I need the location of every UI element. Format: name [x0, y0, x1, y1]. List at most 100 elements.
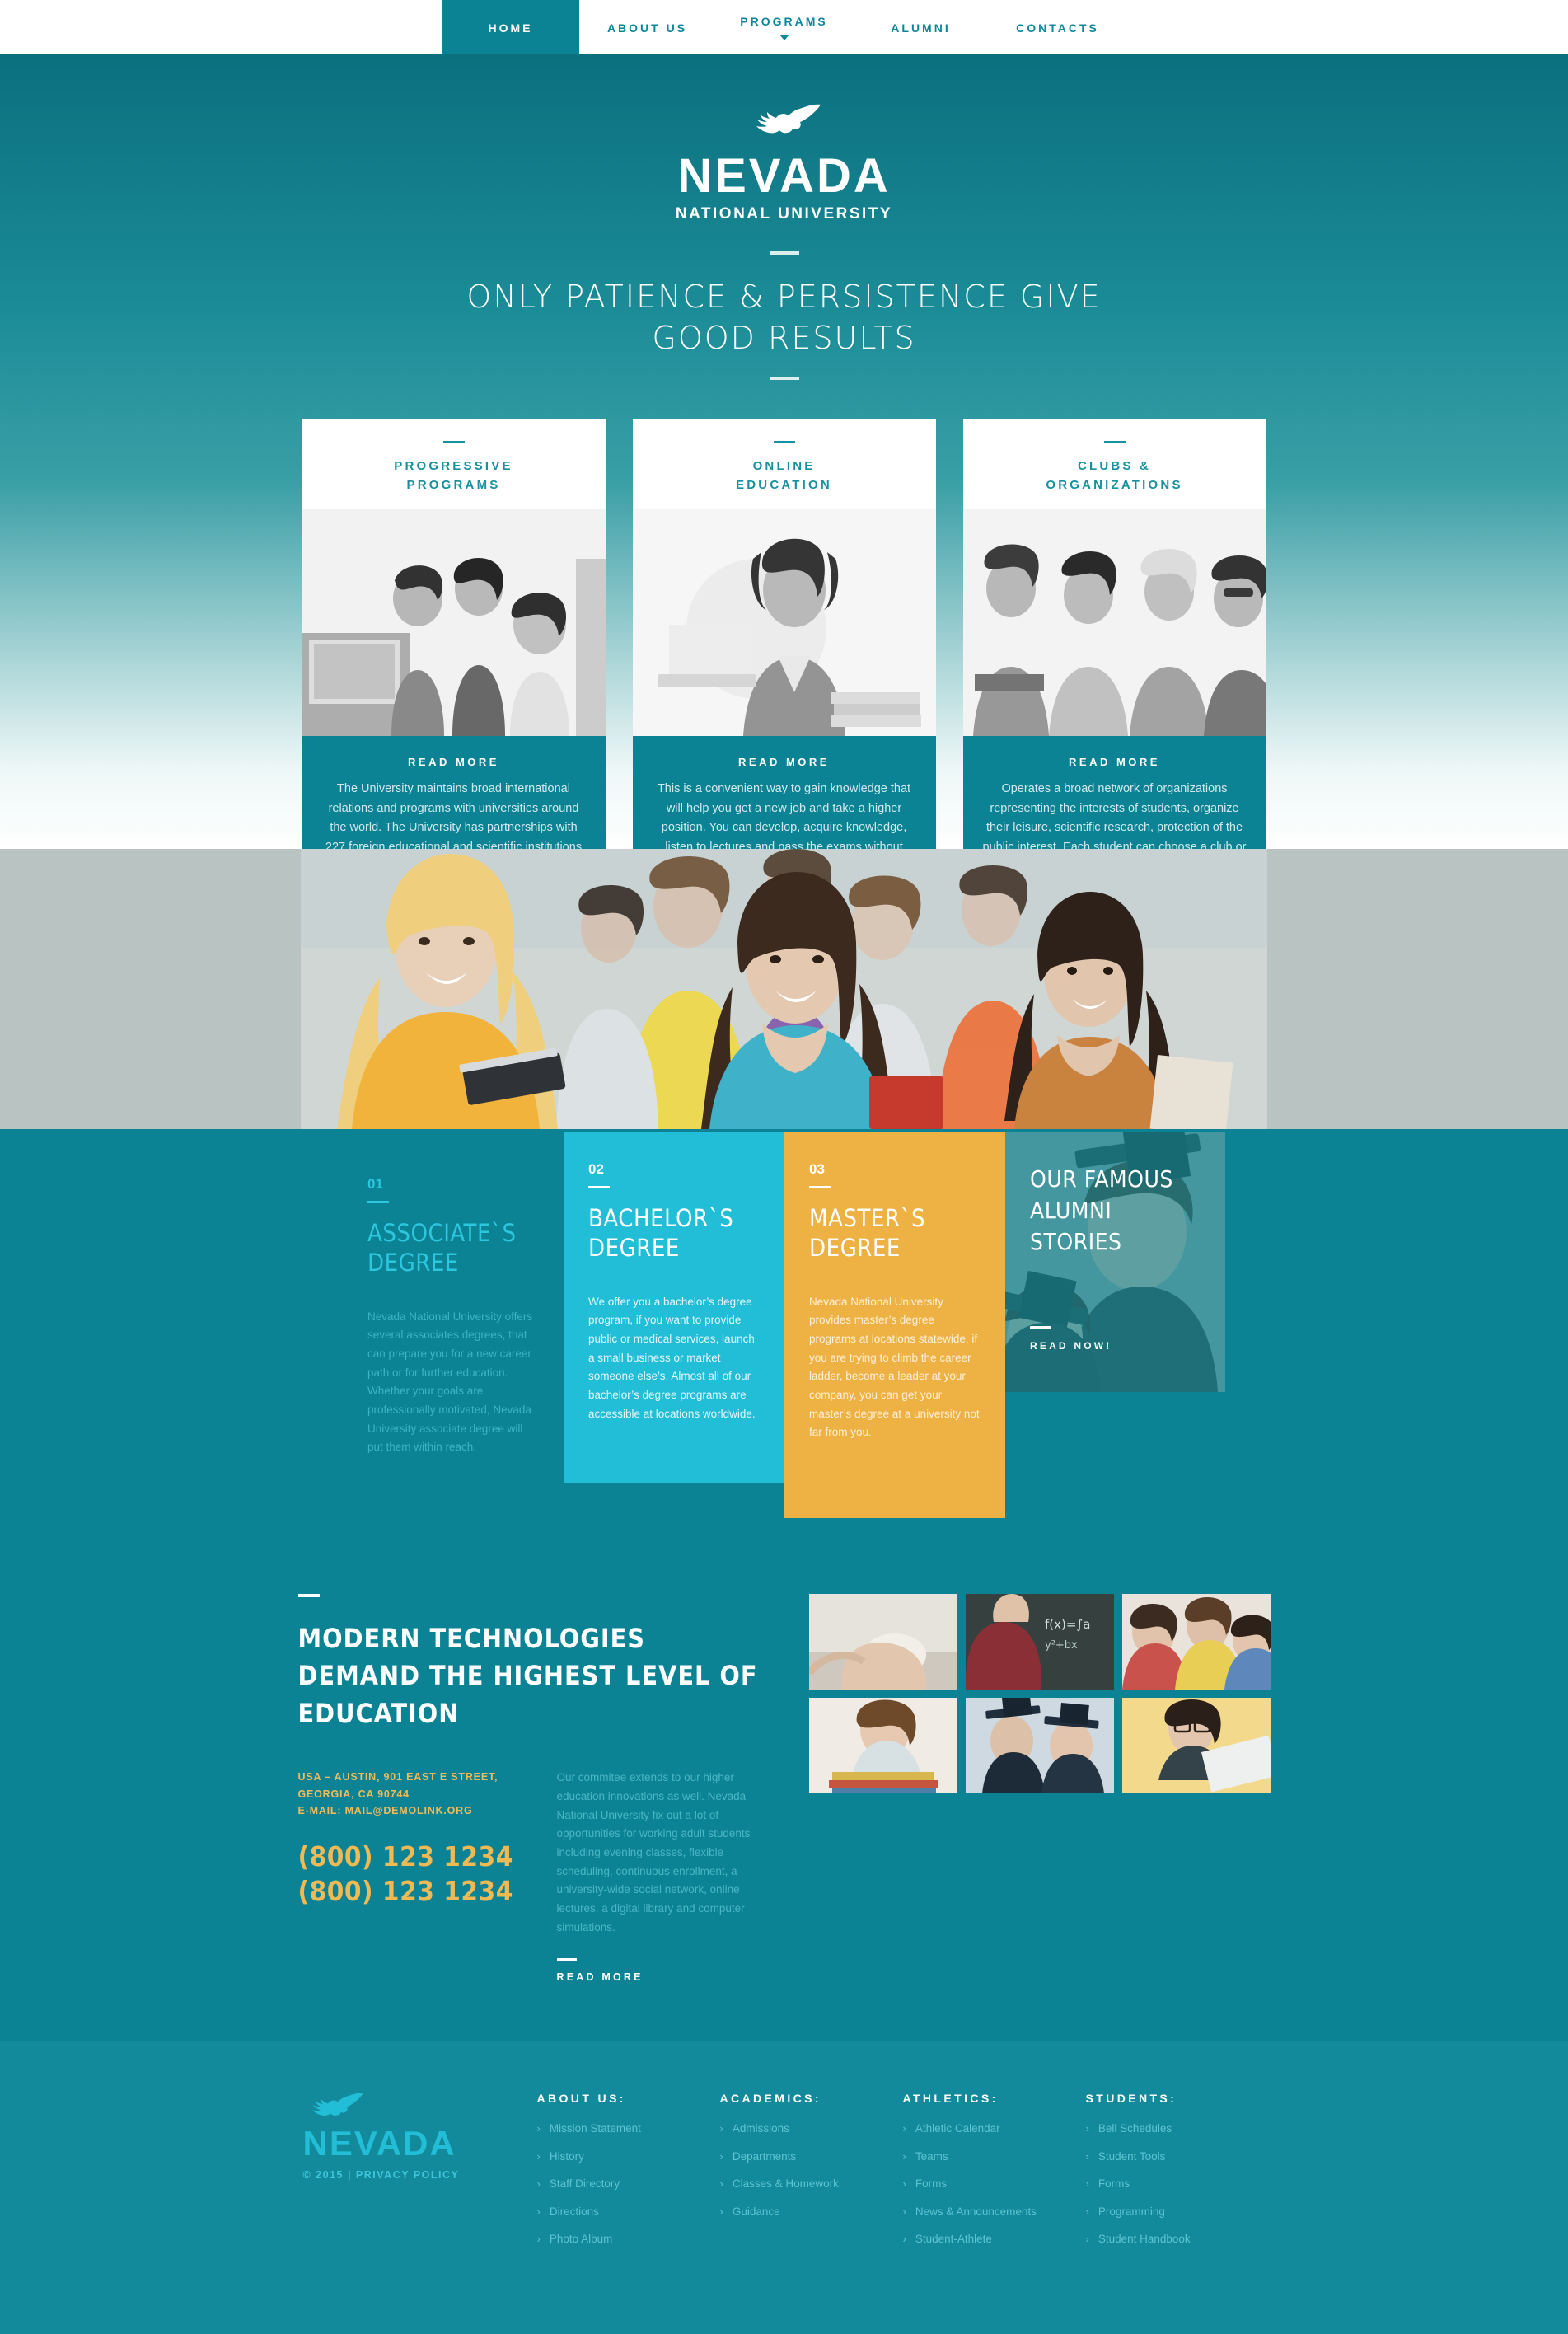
modern-photo-gallery: f(x)=∫a y²+bx [808, 1593, 1271, 1983]
degree-title-line-1: MASTER`S [809, 1204, 926, 1232]
footer-link-admissions[interactable]: › Admissions [720, 2123, 903, 2135]
footer-column-heading: STUDENTS: [1085, 2092, 1177, 2106]
modern-paragraph: Our commitee extends to our higher educa… [556, 1771, 751, 1933]
footer-link-label: Photo Album [549, 2233, 613, 2246]
modern-title: MODERN TECHNOLOGIES DEMAND THE HIGHEST L… [298, 1620, 788, 1732]
degree-description: Nevada National University offers severa… [367, 1310, 533, 1454]
degrees-row: 01 ASSOCIATE`S DEGREE Nevada National Un… [0, 1129, 1568, 1518]
chevron-right-icon: › [1085, 2122, 1089, 2135]
alumni-title-line-2: ALUMNI [1030, 1196, 1112, 1224]
gallery-item-reading-woman[interactable] [1121, 1697, 1271, 1793]
footer-column-heading: ABOUT US: [536, 2092, 626, 2106]
degree-title-line-2: DEGREE [367, 1249, 459, 1277]
card-title-line-1: ONLINE [752, 459, 816, 474]
footer-link-history[interactable]: › History [537, 2151, 720, 2163]
footer-link-label: Athletic Calendar [915, 2122, 1000, 2135]
tagline-line-2: GOOD RESULTS [652, 320, 916, 357]
footer-link-forms[interactable]: › Forms [903, 2178, 1086, 2190]
read-more-link[interactable]: READ MORE [557, 1971, 763, 1983]
footer-link-guidance[interactable]: › Guidance [720, 2206, 903, 2218]
footer-link-label: Forms [915, 2177, 948, 2191]
email-line[interactable]: E-MAIL: MAIL@DEMOLINK.ORG [298, 1802, 519, 1820]
degree-number: 01 [367, 1176, 383, 1192]
footer-link-label: Student Handbook [1098, 2233, 1191, 2246]
divider [442, 441, 465, 444]
card-photo [632, 509, 936, 737]
logo-title: NEVADA [677, 149, 891, 203]
read-more-link[interactable]: READ MORE [322, 756, 586, 768]
divider [809, 1186, 831, 1188]
alumni-title-line-1: OUR FAMOUS [1030, 1165, 1173, 1193]
chevron-right-icon: › [536, 2233, 541, 2246]
gallery-item-mouse[interactable] [808, 1593, 957, 1690]
footer-link-student-tools[interactable]: › Student Tools [1086, 2151, 1269, 2163]
alumni-read-now-link[interactable]: READ NOW! [1030, 1340, 1207, 1352]
footer-link-label: Teams [915, 2149, 948, 2163]
footer-link-photo-album[interactable]: › Photo Album [537, 2233, 720, 2245]
nav-item-label: ABOUT US [606, 21, 688, 35]
smiling-students-photo [301, 849, 1267, 1129]
footer-logo-title: NEVADA [302, 2124, 456, 2163]
footer-link-forms[interactable]: › Forms [1086, 2178, 1269, 2190]
smiling-children-photo [1121, 1593, 1271, 1690]
footer-link-classes-homework[interactable]: › Classes & Homework [720, 2178, 903, 2190]
chevron-right-icon: › [536, 2205, 541, 2218]
footer-link-directions[interactable]: › Directions [537, 2206, 720, 2218]
gallery-item-children[interactable] [1121, 1593, 1271, 1690]
gallery-item-graduates[interactable] [965, 1697, 1114, 1793]
alumni-stories-card[interactable]: OUR FAMOUS ALUMNI STORIES READ NOW! [1005, 1132, 1225, 1392]
chevron-right-icon: › [719, 2149, 723, 2163]
footer-link-staff-directory[interactable]: › Staff Directory [537, 2178, 720, 2190]
nav-item-label: HOME [488, 21, 533, 35]
footer-link-label: Forms [1098, 2177, 1130, 2191]
modern-left-column: MODERN TECHNOLOGIES DEMAND THE HIGHEST L… [297, 1593, 788, 1983]
footer-link-departments[interactable]: › Departments [720, 2151, 903, 2163]
footer-copyright[interactable]: © 2015 | PRIVACY POLICY [303, 2169, 537, 2181]
divider [367, 1201, 389, 1203]
card-title: ONLINE EDUCATION [633, 457, 936, 494]
site-logo[interactable]: NEVADA NATIONAL UNIVERSITY [0, 103, 1568, 223]
footer-link-bell-schedules[interactable]: › Bell Schedules [1086, 2123, 1269, 2135]
footer-link-programming[interactable]: › Programming [1086, 2206, 1269, 2218]
chevron-right-icon: › [902, 2233, 906, 2246]
footer-link-label: News & Announcements [915, 2205, 1037, 2218]
nav-item-about-us[interactable]: ABOUT US [579, 0, 716, 54]
footer-brand[interactable]: NEVADA © 2015 | PRIVACY POLICY [298, 2092, 537, 2261]
footer-link-news-announcements[interactable]: › News & Announcements [903, 2206, 1086, 2218]
gallery-item-student-books[interactable] [808, 1697, 957, 1793]
chevron-right-icon: › [719, 2122, 723, 2135]
eagle-logo-icon [756, 104, 821, 134]
footer-column-about-us: ABOUT US: › Mission Statement › History › S… [537, 2092, 720, 2261]
chevron-right-icon: › [536, 2177, 541, 2191]
top-navigation: HOME ABOUT US PROGRAMS ALUMNI CONTACTS [0, 0, 1568, 54]
footer-link-label: Classes & Homework [732, 2177, 839, 2191]
read-more-link[interactable]: READ MORE [653, 756, 916, 768]
nav-item-alumni[interactable]: ALUMNI [853, 0, 990, 54]
footer-link-athletic-calendar[interactable]: › Athletic Calendar [903, 2123, 1086, 2135]
footer-link-mission-statement[interactable]: › Mission Statement [537, 2123, 720, 2135]
nav-list: HOME ABOUT US PROGRAMS ALUMNI CONTACTS [442, 0, 1126, 54]
footer-link-student-handbook[interactable]: › Student Handbook [1086, 2233, 1269, 2245]
phone-number-2[interactable]: (800) 123 1234 [298, 1874, 519, 1909]
nav-item-programs[interactable]: PROGRAMS [716, 0, 853, 54]
footer-link-label: Programming [1098, 2205, 1165, 2218]
students-banner-photo [0, 849, 1568, 1129]
tagline-line-1: ONLY PATIENCE & PERSISTENCE GIVE [466, 279, 1102, 315]
chevron-right-icon: › [1085, 2149, 1089, 2163]
read-more-link[interactable]: READ MORE [983, 756, 1247, 768]
phone-number-1[interactable]: (800) 123 1234 [298, 1840, 519, 1874]
footer-link-label: Directions [549, 2205, 599, 2218]
nav-item-contacts[interactable]: CONTACTS [990, 0, 1126, 54]
card-title-line-1: PROGRESSIVE [394, 459, 513, 474]
nav-item-home[interactable]: HOME [442, 0, 579, 54]
address-line-2: GEORGIA, CA 90744 [297, 1788, 410, 1800]
gallery-item-blackboard[interactable]: f(x)=∫a y²+bx [965, 1593, 1114, 1690]
chevron-right-icon: › [719, 2177, 723, 2191]
footer-link-label: Admissions [732, 2122, 789, 2135]
site-footer: NEVADA © 2015 | PRIVACY POLICY ABOUT US:… [0, 2041, 1568, 2334]
chevron-right-icon: › [1085, 2233, 1089, 2246]
footer-link-student-athlete[interactable]: › Student-Athlete [903, 2233, 1086, 2245]
footer-link-teams[interactable]: › Teams [903, 2151, 1086, 2163]
divider [773, 441, 795, 444]
chevron-right-icon: › [719, 2205, 723, 2218]
